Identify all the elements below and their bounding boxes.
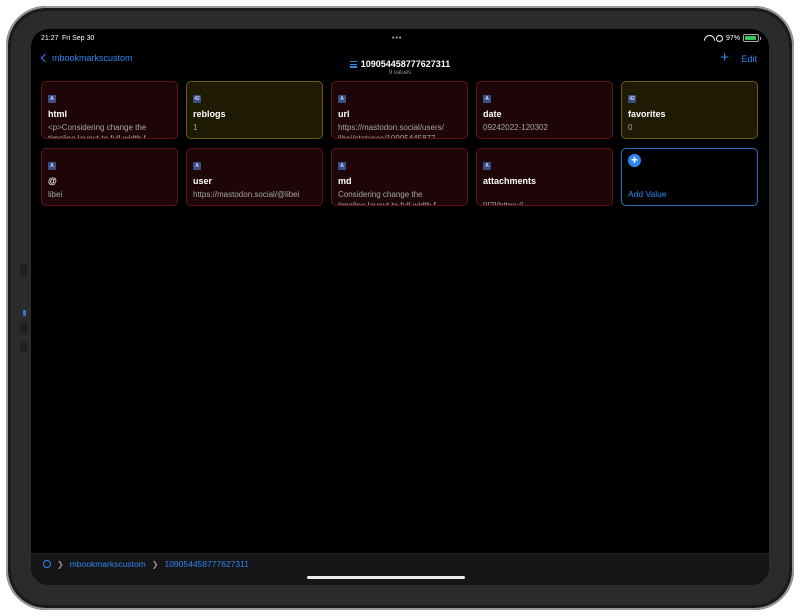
home-indicator[interactable]	[307, 576, 465, 579]
card-key: md	[338, 176, 352, 186]
card-key: url	[338, 109, 350, 119]
card-key: reblogs	[193, 109, 226, 119]
type-badge: 42	[628, 95, 636, 103]
card-value: Considering change the timeline layout t…	[338, 190, 443, 206]
add-value-button[interactable]: + Add Value	[621, 148, 758, 206]
card-key: @	[48, 176, 57, 186]
card-key: date	[483, 109, 502, 119]
value-card[interactable]: A url https://mastodon.social/users/ lib…	[331, 81, 468, 139]
side-button	[20, 342, 28, 352]
card-value: https://mastodon.social/@libei	[193, 190, 300, 199]
card-value: https://mastodon.social/users/ libei/sta…	[338, 123, 444, 139]
value-card[interactable]: A date 09242022-120302	[476, 81, 613, 139]
edit-button[interactable]: Edit	[741, 54, 757, 64]
card-key: favorites	[628, 109, 666, 119]
card-value: 0	[628, 123, 633, 132]
value-card[interactable]: A md Considering change the timeline lay…	[331, 148, 468, 206]
plus-circle-icon: +	[628, 154, 641, 167]
type-badge: A	[48, 95, 56, 103]
side-button	[20, 322, 28, 334]
chevron-right-icon: ❯	[57, 559, 64, 569]
value-card[interactable]: A @ libei	[41, 148, 178, 206]
card-value: [![2](https://	[483, 201, 524, 206]
wifi-icon	[704, 35, 713, 42]
add-button[interactable]: +	[720, 49, 729, 66]
type-badge: A	[483, 95, 491, 103]
page-subtitle: 9 values	[388, 70, 412, 77]
navigation-bar: mbookmarkscustom 109054458777627311 9 va…	[31, 47, 769, 76]
value-card[interactable]: A user https://mastodon.social/@libei	[186, 148, 323, 206]
type-badge: A	[193, 162, 201, 170]
bottom-toolbar: ❯ mbookmarkscustom ❯ 109054458777627311	[31, 553, 769, 585]
page-title: 109054458777627311	[360, 59, 451, 70]
status-time: 21:27	[41, 35, 59, 42]
card-value: libei	[48, 190, 63, 199]
side-indicator	[23, 310, 26, 316]
type-badge: A	[48, 162, 56, 170]
status-date: Fri Sep 30	[62, 35, 95, 42]
type-badge: A	[483, 162, 491, 170]
orientation-lock-icon	[715, 34, 723, 42]
chevron-right-icon: ❯	[151, 559, 159, 569]
nav-title-block: 109054458777627311 9 values	[31, 49, 769, 76]
status-bar: 21:27 Fri Sep 30 ••• 97%	[31, 29, 769, 47]
multitasking-dots-icon[interactable]: •••	[392, 35, 402, 42]
breadcrumb-item[interactable]: mbookmarkscustom	[70, 559, 146, 569]
value-card[interactable]: A html <p>Considering change the timelin…	[41, 81, 178, 139]
card-key: html	[48, 109, 67, 119]
type-badge: 42	[193, 95, 201, 103]
value-card[interactable]: 42 favorites 0	[621, 81, 758, 139]
breadcrumb-item[interactable]: 109054458777627311	[164, 559, 248, 569]
value-card[interactable]: A attachments [![2](https://	[476, 148, 613, 206]
value-card[interactable]: 42 reblogs 1	[186, 81, 323, 139]
breadcrumb: ❯ mbookmarkscustom ❯ 109054458777627311	[43, 559, 249, 569]
battery-percent: 97%	[725, 34, 740, 42]
list-icon	[349, 60, 357, 68]
card-value: <p>Considering change the timeline layou…	[48, 123, 153, 139]
card-value: 1	[193, 123, 198, 132]
app-screen: 21:27 Fri Sep 30 ••• 97% mbookmarkscusto…	[31, 29, 769, 585]
root-circle-icon[interactable]	[43, 560, 51, 568]
status-indicators: 97%	[704, 34, 761, 42]
battery-icon	[743, 34, 761, 42]
type-badge: A	[338, 95, 346, 103]
type-badge: A	[338, 162, 346, 170]
card-value: 09242022-120302	[483, 123, 548, 132]
side-button	[20, 264, 28, 276]
add-value-label: Add Value	[628, 189, 667, 199]
card-key: user	[193, 176, 213, 186]
card-key: attachments	[483, 176, 537, 186]
